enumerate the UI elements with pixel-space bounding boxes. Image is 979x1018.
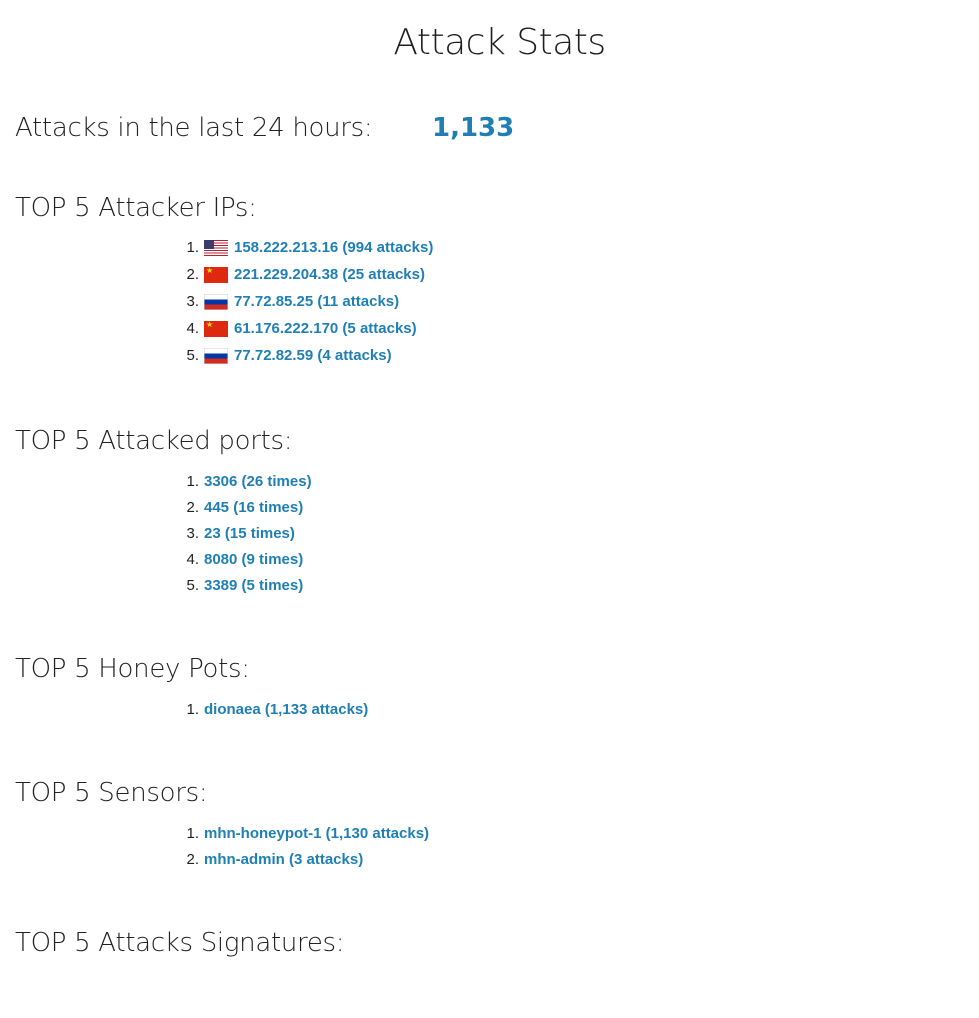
cn-flag-icon [204, 320, 228, 337]
sensor-link[interactable]: mhn-admin (3 attacks) [204, 851, 363, 868]
list-number: 1. [186, 700, 199, 718]
attack-signatures-heading: TOP 5 Attacks Signatures: [15, 928, 345, 958]
list-item: 4. 8080 (9 times) [177, 546, 312, 572]
honey-pots-list: 1. dionaea (1,133 attacks) [177, 696, 368, 722]
list-number: 1. [186, 239, 199, 256]
cn-flag-icon [204, 266, 228, 283]
list-number: 3. [186, 293, 199, 310]
attacker-ip-link[interactable]: 77.72.85.25 (11 attacks) [234, 293, 399, 310]
list-number: 1. [186, 824, 199, 842]
port-link[interactable]: 3389 (5 times) [204, 577, 303, 594]
list-item: 2. mhn-admin (3 attacks) [177, 846, 429, 872]
list-item: 1. 3306 (26 times) [177, 468, 312, 494]
list-item: 1. dionaea (1,133 attacks) [177, 696, 368, 722]
list-item: 4. 61.176.222.170 (5 attacks) [177, 315, 433, 342]
ru-flag-icon [204, 347, 228, 364]
list-number: 4. [186, 550, 199, 568]
honeypot-link[interactable]: dionaea (1,133 attacks) [204, 701, 368, 718]
list-item: 2. 221.229.204.38 (25 attacks) [177, 261, 433, 288]
attacker-ip-link[interactable]: 77.72.82.59 (4 attacks) [234, 347, 392, 364]
attacker-ips-heading: TOP 5 Attacker IPs: [15, 193, 257, 223]
list-item: 1. 158.222.213.16 (994 attacks) [177, 234, 433, 261]
list-number: 5. [186, 576, 199, 594]
attacked-ports-heading: TOP 5 Attacked ports: [15, 426, 293, 456]
attacks-24h-count: 1,133 [432, 113, 515, 143]
sensors-heading: TOP 5 Sensors: [15, 778, 208, 808]
us-flag-icon [204, 239, 228, 256]
attacker-ip-link[interactable]: 221.229.204.38 (25 attacks) [234, 266, 425, 283]
list-item: 5. 3389 (5 times) [177, 572, 312, 598]
list-number: 1. [186, 472, 199, 490]
page-title: Attack Stats [393, 22, 606, 63]
list-number: 2. [186, 498, 199, 516]
list-item: 5. 77.72.82.59 (4 attacks) [177, 342, 433, 369]
list-item: 2. 445 (16 times) [177, 494, 312, 520]
sensor-link[interactable]: mhn-honeypot-1 (1,130 attacks) [204, 825, 429, 842]
ru-flag-icon [204, 293, 228, 310]
port-link[interactable]: 445 (16 times) [204, 499, 303, 516]
list-item: 3. 77.72.85.25 (11 attacks) [177, 288, 433, 315]
list-number: 4. [186, 320, 199, 337]
list-item: 3. 23 (15 times) [177, 520, 312, 546]
port-link[interactable]: 8080 (9 times) [204, 551, 303, 568]
sensors-list: 1. mhn-honeypot-1 (1,130 attacks) 2. mhn… [177, 820, 429, 872]
attacks-24h-label: Attacks in the last 24 hours: [15, 113, 373, 143]
list-number: 2. [186, 850, 199, 868]
list-number: 3. [186, 524, 199, 542]
port-link[interactable]: 23 (15 times) [204, 525, 295, 542]
attacker-ip-link[interactable]: 158.222.213.16 (994 attacks) [234, 239, 433, 256]
list-number: 5. [186, 347, 199, 364]
attacked-ports-list: 1. 3306 (26 times) 2. 445 (16 times) 3. … [177, 468, 312, 598]
list-item: 1. mhn-honeypot-1 (1,130 attacks) [177, 820, 429, 846]
attacker-ips-list: 1. 158.222.213.16 (994 attacks) 2. 221.2… [177, 234, 433, 369]
list-number: 2. [186, 266, 199, 283]
honey-pots-heading: TOP 5 Honey Pots: [15, 654, 250, 684]
port-link[interactable]: 3306 (26 times) [204, 473, 312, 490]
attacker-ip-link[interactable]: 61.176.222.170 (5 attacks) [234, 320, 417, 337]
